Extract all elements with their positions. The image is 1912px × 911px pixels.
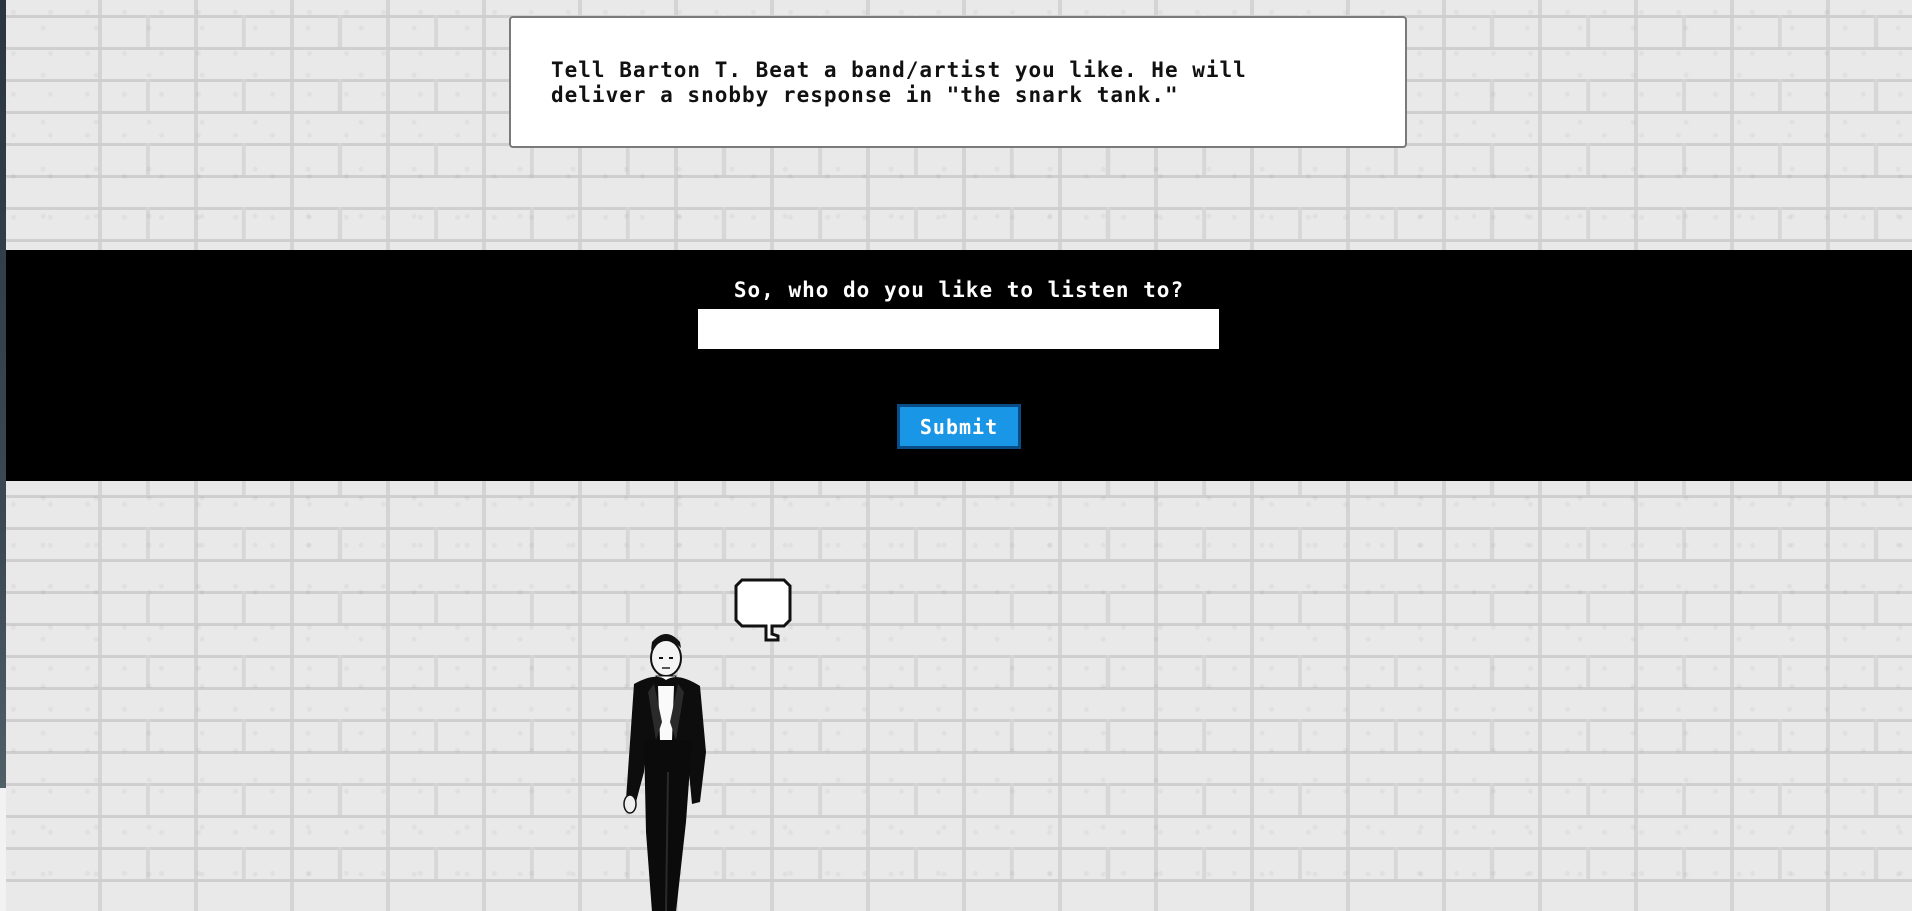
barton-figure — [623, 634, 706, 911]
submit-button[interactable]: Submit — [897, 404, 1021, 449]
question-label: So, who do you like to listen to? — [733, 278, 1185, 302]
speech-bubble-icon — [734, 578, 792, 642]
question-band: So, who do you like to listen to? Submit — [6, 250, 1912, 481]
intro-message-box: Tell Barton T. Beat a band/artist you li… — [509, 16, 1407, 148]
brick-wall-page: Tell Barton T. Beat a band/artist you li… — [6, 0, 1912, 911]
artist-input[interactable] — [698, 309, 1219, 349]
